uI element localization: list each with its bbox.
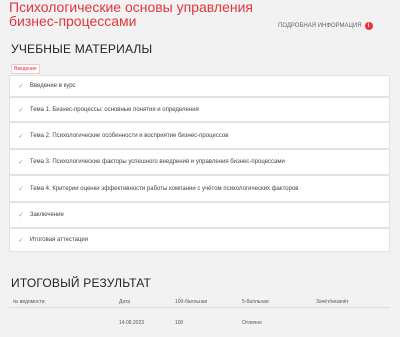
check-icon: ✓ bbox=[18, 132, 24, 140]
details-link[interactable]: ПОДРОБНАЯ ИНФОРМАЦИЯ i bbox=[278, 22, 373, 30]
material-item[interactable]: ✓ Заключение bbox=[9, 202, 390, 228]
check-icon: ✓ bbox=[18, 185, 24, 193]
table-cell: 100 bbox=[175, 320, 184, 326]
check-icon: ✓ bbox=[18, 237, 24, 244]
material-item-label: Тема 3. Психологические факторы успешног… bbox=[29, 159, 285, 165]
check-icon: ✓ bbox=[18, 212, 24, 219]
column-header: 5-балльная bbox=[242, 298, 269, 305]
result-section-title: ИТОГОВЫЙ РЕЗУЛЬТАТ bbox=[11, 276, 152, 290]
material-item[interactable]: ✓ Тема 3. Психологические факторы успешн… bbox=[9, 149, 390, 175]
table-row: 14.08.2023 100 Отлично bbox=[9, 316, 390, 330]
section-tag[interactable]: Введение bbox=[11, 64, 40, 74]
material-item-label: Заключение bbox=[29, 212, 64, 218]
material-item[interactable]: ✓ Тема 2. Психологические особенности и … bbox=[9, 122, 390, 149]
material-item[interactable]: ✓ Тема 4. Критерии оценки эффективности … bbox=[9, 175, 390, 202]
column-header: Дата bbox=[119, 298, 131, 305]
material-item-label: Итоговая аттестация bbox=[29, 237, 88, 243]
column-header: № ведомости bbox=[13, 298, 45, 305]
material-item[interactable]: ✓ Тема 1. Бизнес-процессы: основные поня… bbox=[9, 97, 390, 122]
table-cell: Отлично bbox=[242, 320, 262, 326]
course-title: Психологические основы управления бизнес… bbox=[9, 0, 253, 29]
results-header-row: № ведомости Дата 100-балльная 5-балльная… bbox=[9, 296, 390, 308]
material-item[interactable]: ✓ Итоговая аттестация bbox=[9, 228, 390, 252]
column-header: 100-балльная bbox=[175, 298, 208, 305]
details-link-label: ПОДРОБНАЯ ИНФОРМАЦИЯ bbox=[278, 23, 362, 29]
materials-list: ✓ Введение в курс ✓ Тема 1. Бизнес-проце… bbox=[9, 75, 390, 252]
material-item-label: Тема 4. Критерии оценки эффективности ра… bbox=[29, 185, 299, 192]
table-cell: 14.08.2023 bbox=[119, 320, 145, 326]
check-icon: ✓ bbox=[18, 83, 24, 90]
column-header: Зачёт/незачёт bbox=[316, 298, 349, 305]
material-item-label: Введение в курс bbox=[29, 83, 76, 89]
info-icon: i bbox=[364, 22, 373, 30]
material-item-label: Тема 2. Психологические особенности и во… bbox=[29, 132, 229, 139]
material-item-label: Тема 1. Бизнес-процессы: основные поняти… bbox=[29, 106, 199, 113]
materials-section-title: УЧЕБНЫЕ МАТЕРИАЛЫ bbox=[11, 42, 153, 56]
material-item[interactable]: ✓ Введение в курс bbox=[9, 75, 390, 97]
check-icon: ✓ bbox=[18, 106, 24, 114]
results-table: № ведомости Дата 100-балльная 5-балльная… bbox=[9, 296, 390, 330]
check-icon: ✓ bbox=[18, 159, 24, 166]
